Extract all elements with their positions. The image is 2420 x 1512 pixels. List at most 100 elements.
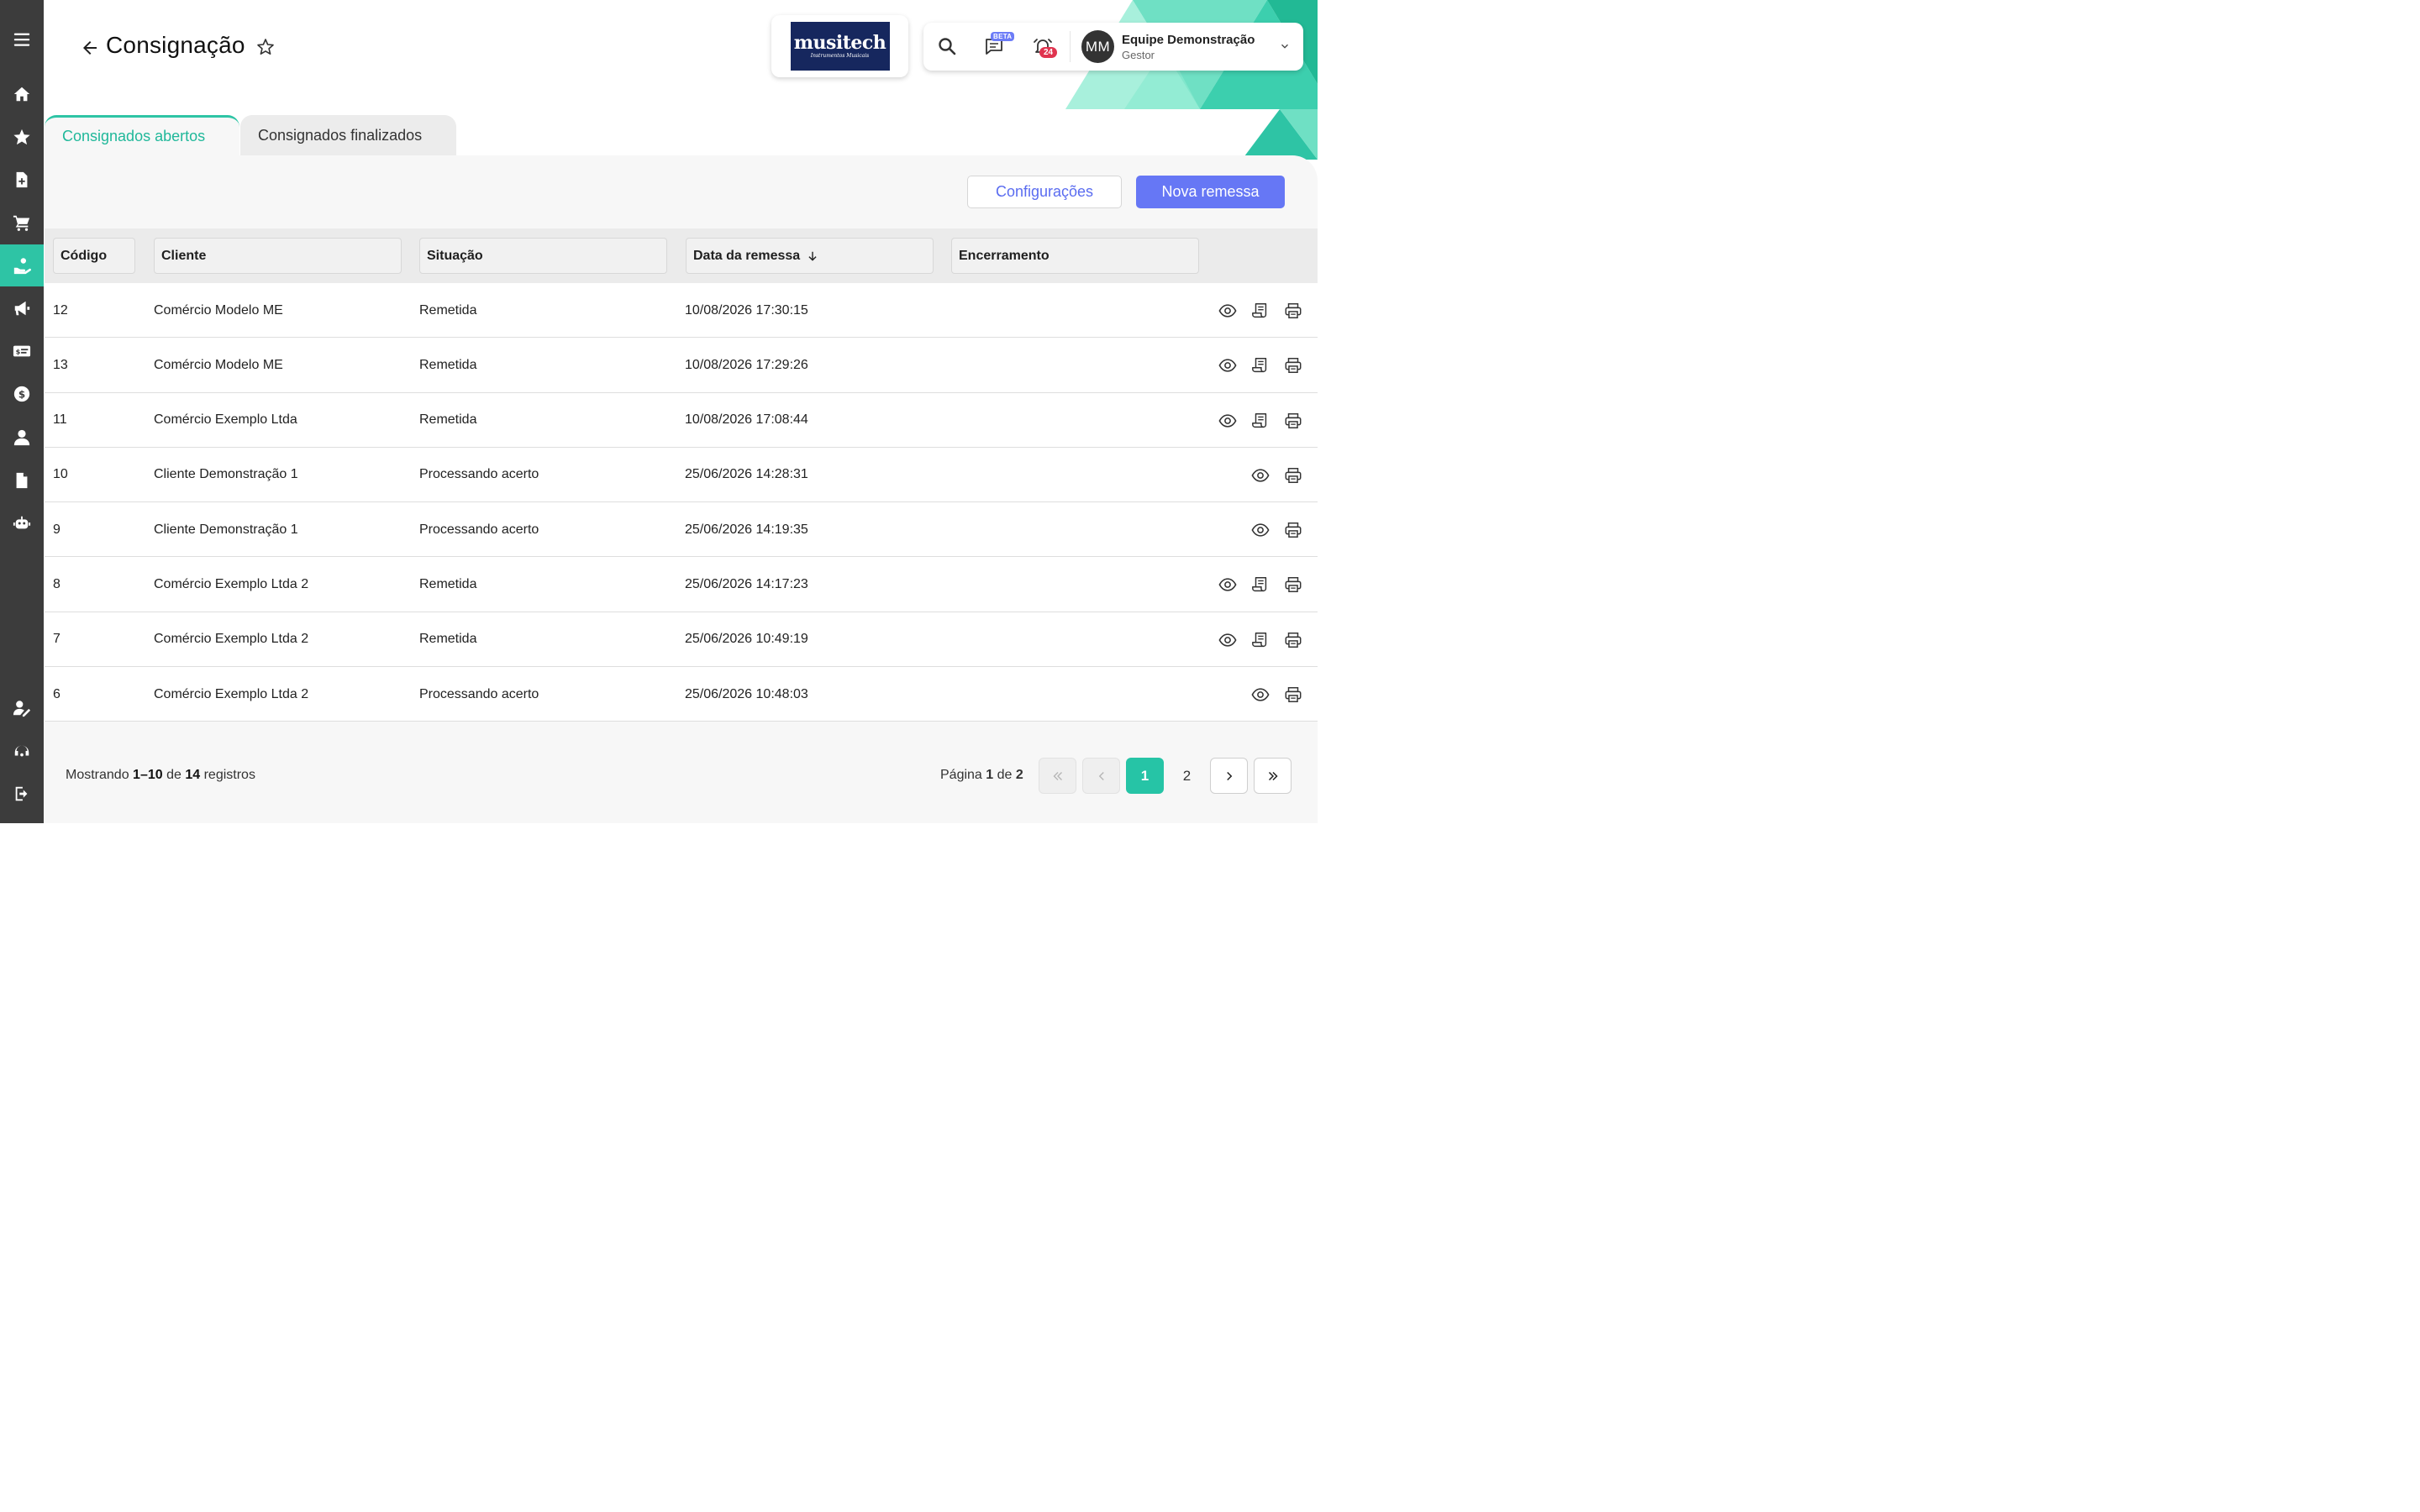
page-2-button[interactable]: 2: [1168, 758, 1206, 794]
cell-situacao: Processando acerto: [419, 522, 539, 537]
table-row[interactable]: 13 Comércio Modelo ME Remetida 10/08/2026 1…: [45, 338, 1318, 393]
cell-data-remessa: 10/08/2026 17:30:15: [685, 302, 808, 318]
print-button[interactable]: [1282, 519, 1304, 541]
file-icon[interactable]: [0, 459, 44, 501]
avatar[interactable]: MM: [1081, 30, 1114, 63]
user-toolbar: BETA 24 MM Equipe Demonstração Gestor: [923, 23, 1303, 71]
receipt-button[interactable]: [1249, 300, 1271, 322]
menu-icon[interactable]: [0, 18, 44, 60]
table-body: 12 Comércio Modelo ME Remetida 10/08/2026 1…: [45, 283, 1318, 722]
receipt-button[interactable]: [1249, 629, 1271, 651]
printer-icon: [1285, 303, 1302, 318]
logout-icon[interactable]: [0, 773, 44, 815]
table-row[interactable]: 10 Cliente Demonstração 1 Processando acer…: [45, 447, 1318, 503]
printer-icon: [1285, 412, 1302, 428]
search-button[interactable]: [935, 34, 959, 58]
column-header-encerramento[interactable]: Encerramento: [951, 238, 1199, 274]
cell-cliente: Comércio Modelo ME: [154, 357, 283, 372]
cell-codigo: 7: [53, 632, 60, 647]
table-row[interactable]: 6 Comércio Exemplo Ltda 2 Processando acer…: [45, 667, 1318, 722]
company-logo-card: musitech Instrumentos Musicais: [771, 15, 908, 77]
view-button[interactable]: [1249, 519, 1271, 541]
receipt-button[interactable]: [1249, 574, 1271, 596]
favorite-star-button[interactable]: [255, 37, 276, 57]
chevrons-right-icon: [1268, 771, 1278, 780]
star-icon[interactable]: [0, 116, 44, 158]
notification-count-badge: 24: [1039, 47, 1058, 58]
print-button[interactable]: [1282, 410, 1304, 432]
receipt-button[interactable]: [1249, 354, 1271, 376]
user-name[interactable]: Equipe Demonstração: [1122, 33, 1255, 47]
page-1-button[interactable]: 1: [1126, 758, 1164, 794]
nova-remessa-button[interactable]: Nova remessa: [1136, 176, 1285, 208]
column-header-cliente[interactable]: Cliente: [154, 238, 402, 274]
cell-codigo: 13: [53, 357, 68, 372]
print-button[interactable]: [1282, 354, 1304, 376]
next-page-button[interactable]: [1210, 758, 1248, 794]
column-header-data-remessa[interactable]: Data da remessa: [686, 238, 934, 274]
document-add-icon[interactable]: [0, 159, 44, 201]
table-row[interactable]: 11 Comércio Exemplo Ltda Remetida 10/08/202…: [45, 392, 1318, 448]
user-edit-icon[interactable]: [0, 687, 44, 729]
users-icon[interactable]: [0, 417, 44, 459]
table-row[interactable]: 12 Comércio Modelo ME Remetida 10/08/2026 1…: [45, 283, 1318, 339]
print-button[interactable]: [1282, 629, 1304, 651]
showing-prefix: Mostrando: [66, 768, 129, 782]
back-button[interactable]: [79, 37, 101, 59]
cell-situacao: Remetida: [419, 632, 477, 647]
view-button[interactable]: [1217, 354, 1239, 376]
eye-icon: [1251, 469, 1270, 482]
view-button[interactable]: [1217, 300, 1239, 322]
view-button[interactable]: [1217, 629, 1239, 651]
beta-badge: BETA: [991, 32, 1015, 41]
current-page-number: 1: [986, 768, 994, 782]
column-header-codigo[interactable]: Código: [53, 238, 135, 274]
cell-situacao: Processando acerto: [419, 686, 539, 701]
toolbar-divider: [1070, 31, 1071, 62]
view-button[interactable]: [1217, 410, 1239, 432]
view-button[interactable]: [1249, 684, 1271, 706]
hand-coin-icon[interactable]: [0, 244, 44, 286]
dollar-circle-icon[interactable]: $: [0, 373, 44, 415]
column-header-situacao[interactable]: Situação: [419, 238, 667, 274]
cell-cliente: Comércio Exemplo Ltda 2: [154, 632, 309, 647]
tab-consignados-finalizados[interactable]: Consignados finalizados: [240, 115, 456, 155]
sidebar: $ $: [0, 0, 44, 823]
view-button[interactable]: [1217, 574, 1239, 596]
receipt-button[interactable]: [1249, 410, 1271, 432]
last-page-button[interactable]: [1254, 758, 1292, 794]
print-button[interactable]: [1282, 465, 1304, 486]
printer-icon: [1285, 632, 1302, 648]
cell-situacao: Processando acerto: [419, 467, 539, 482]
home-icon[interactable]: [0, 73, 44, 115]
showing-records: registros: [203, 768, 255, 782]
receipt-icon: [1252, 577, 1267, 592]
eye-icon: [1251, 688, 1270, 701]
printer-icon: [1285, 467, 1302, 483]
cell-situacao: Remetida: [419, 302, 477, 318]
headset-icon[interactable]: [0, 730, 44, 772]
first-page-button[interactable]: [1039, 758, 1076, 794]
logo-main-text: musitech: [793, 32, 886, 54]
eye-icon: [1218, 578, 1237, 592]
money-card-icon[interactable]: $: [0, 330, 44, 372]
robot-icon[interactable]: [0, 502, 44, 544]
view-button[interactable]: [1249, 465, 1271, 486]
table-row[interactable]: 8 Comércio Exemplo Ltda 2 Remetida 25/06/20…: [45, 557, 1318, 612]
configuracoes-button[interactable]: Configurações: [967, 176, 1122, 208]
cart-icon[interactable]: [0, 202, 44, 244]
table-row[interactable]: 9 Cliente Demonstração 1 Processando acert…: [45, 502, 1318, 558]
table-header: Código Cliente Situação Data da remessa …: [45, 228, 1318, 283]
tab-consignados-abertos[interactable]: Consignados abertos: [45, 115, 239, 155]
megaphone-icon[interactable]: [0, 287, 44, 329]
chevron-down-icon[interactable]: [1279, 40, 1291, 52]
print-button[interactable]: [1282, 300, 1304, 322]
cell-data-remessa: 25/06/2026 14:28:31: [685, 467, 808, 482]
cell-codigo: 12: [53, 302, 68, 318]
column-label: Código: [60, 248, 108, 263]
records-summary: Mostrando 1–10 de 14 registros: [66, 768, 255, 783]
print-button[interactable]: [1282, 574, 1304, 596]
print-button[interactable]: [1282, 684, 1304, 706]
table-row[interactable]: 7 Comércio Exemplo Ltda 2 Remetida 25/06/20…: [45, 612, 1318, 668]
previous-page-button[interactable]: [1082, 758, 1120, 794]
